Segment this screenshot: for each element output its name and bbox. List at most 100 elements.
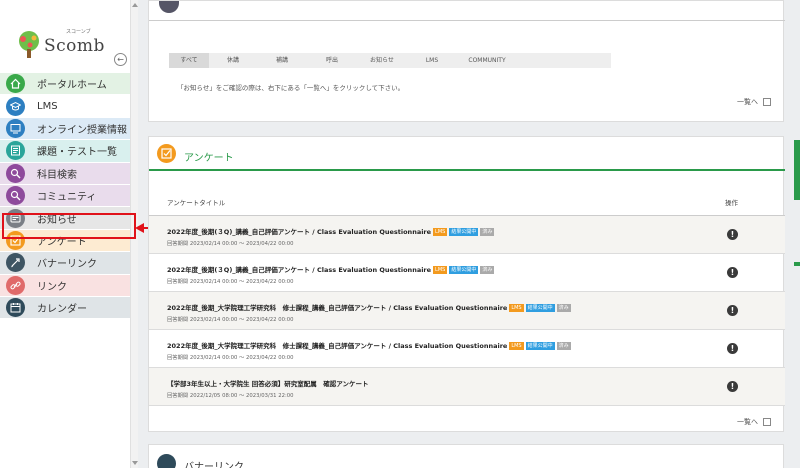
published-badge: 結果公開中 bbox=[525, 304, 555, 312]
published-badge: 結果公開中 bbox=[449, 266, 479, 274]
sidebar-item-online-class[interactable]: オンライン授業情報 bbox=[0, 117, 130, 141]
back-icon[interactable]: ← bbox=[114, 53, 127, 66]
right-accent bbox=[794, 140, 800, 200]
tab-all[interactable]: すべて bbox=[169, 53, 209, 68]
survey-row-title[interactable]: 【学部3年生以上・大学院生 回答必須】研究室配属 確認アンケート bbox=[167, 378, 369, 388]
logo-text: Scomb bbox=[44, 36, 105, 56]
tree-logo-icon bbox=[19, 31, 39, 58]
sidebar-item-label: 課題・テスト一覧 bbox=[37, 147, 117, 159]
sidebar-item-graduation-cap[interactable]: LMS bbox=[0, 95, 130, 118]
tab-call[interactable]: 呼出 bbox=[307, 53, 357, 68]
published-badge: 結果公開中 bbox=[449, 228, 479, 236]
survey-row-period: 回答期間 2023/02/14 00:00 ～ 2023/04/22 00:00 bbox=[167, 241, 294, 247]
info-icon[interactable]: ! bbox=[727, 305, 738, 316]
sidebar-item-label: ポータルホーム bbox=[37, 80, 107, 92]
sidebar-item-community[interactable]: コミュニティ bbox=[0, 184, 130, 208]
tab-lms[interactable]: LMS bbox=[407, 53, 457, 68]
search-icon bbox=[6, 163, 25, 183]
survey-row[interactable]: 2022年度_後期(３Q)_講義_自己評価アンケート / Class Evalu… bbox=[149, 216, 785, 254]
tab-cancelled[interactable]: 休講 bbox=[209, 53, 257, 68]
divider bbox=[149, 20, 785, 21]
community-icon bbox=[6, 186, 25, 206]
right-edge bbox=[790, 0, 800, 468]
sidebar-item-label: オンライン授業情報 bbox=[37, 124, 127, 136]
tab-community[interactable]: COMMUNITY bbox=[457, 53, 517, 68]
tab-notice[interactable]: お知らせ bbox=[357, 53, 407, 68]
survey-row-title[interactable]: 2022年度_後期(３Q)_講義_自己評価アンケート / Class Evalu… bbox=[167, 226, 495, 236]
info-icon[interactable]: ! bbox=[727, 343, 738, 354]
survey-title: アンケート bbox=[184, 153, 234, 164]
notices-card: すべて 休講 補講 呼出 お知らせ LMS COMMUNITY 「お知らせ」をご… bbox=[148, 0, 785, 122]
sidebar-item-task-list[interactable]: 課題・テスト一覧 bbox=[0, 140, 130, 163]
survey-row[interactable]: 2022年度_後期_大学院理工学研究科 修士課程_講義_自己評価アンケート / … bbox=[149, 330, 785, 368]
survey-row-period: 回答期間 2023/02/14 00:00 ～ 2023/04/22 00:00 bbox=[167, 317, 294, 323]
sidebar-item-label: コミュニティ bbox=[37, 192, 97, 204]
notice-message: 「お知らせ」をご確認の際は、右下にある「一覧へ」をクリックして下さい。 bbox=[177, 84, 405, 92]
done-badge: 済み bbox=[556, 304, 571, 312]
more-label: 一覧へ bbox=[737, 98, 758, 106]
sidebar-item-link[interactable]: リンク bbox=[0, 274, 130, 297]
lms-badge: LMS bbox=[509, 304, 524, 312]
lms-badge: LMS bbox=[509, 342, 524, 350]
column-header-title: アンケートタイトル bbox=[167, 199, 226, 207]
survey-more-link[interactable]: 一覧へ bbox=[737, 417, 771, 427]
notices-header-icon bbox=[159, 1, 179, 13]
scroll-up-icon[interactable] bbox=[132, 3, 138, 7]
scroll-down-icon[interactable] bbox=[132, 461, 138, 465]
survey-row-title[interactable]: 2022年度_後期_大学院理工学研究科 修士課程_講義_自己評価アンケート / … bbox=[167, 302, 571, 312]
survey-title-text: 2022年度_後期_大学院理工学研究科 修士課程_講義_自己評価アンケート / … bbox=[167, 304, 508, 312]
column-header-operation: 操作 bbox=[725, 199, 738, 207]
sidebar-item-calendar[interactable]: カレンダー bbox=[0, 296, 130, 320]
banner-link-icon bbox=[157, 454, 176, 468]
sidebar-item-label: バナーリンク bbox=[37, 259, 97, 271]
sidebar-item-banner-link[interactable]: バナーリンク bbox=[0, 252, 130, 275]
notices-more-link[interactable]: 一覧へ bbox=[737, 97, 771, 107]
survey-title-text: 【学部3年生以上・大学院生 回答必須】研究室配属 確認アンケート bbox=[167, 380, 369, 388]
sidebar-item-search[interactable]: 科目検索 bbox=[0, 162, 130, 185]
survey-row-period: 回答期間 2023/02/14 00:00 ～ 2023/04/22 00:00 bbox=[167, 279, 294, 285]
info-icon[interactable]: ! bbox=[727, 267, 738, 278]
more-label: 一覧へ bbox=[737, 418, 758, 426]
survey-row-period: 回答期間 2023/02/14 00:00 ～ 2023/04/22 00:00 bbox=[167, 355, 294, 361]
lms-badge: LMS bbox=[433, 266, 448, 274]
external-link-icon bbox=[763, 98, 771, 106]
survey-icon bbox=[157, 144, 176, 163]
graduation-cap-icon bbox=[6, 96, 25, 116]
tab-makeup[interactable]: 補講 bbox=[257, 53, 307, 68]
survey-card: アンケート アンケートタイトル 操作 2022年度_後期(３Q)_講義_自己評価… bbox=[148, 136, 785, 432]
done-badge: 済み bbox=[556, 342, 571, 350]
sidebar-nav: ポータルホーム LMS オンライン授業情報 課題・テスト一覧 科目検索 コミュニティ お知ら… bbox=[0, 73, 130, 320]
done-badge: 済み bbox=[480, 228, 495, 236]
banner-link-card: バナーリンク bbox=[148, 444, 784, 468]
survey-title-text: 2022年度_後期_大学院理工学研究科 修士課程_講義_自己評価アンケート / … bbox=[167, 342, 508, 350]
survey-row[interactable]: 【学部3年生以上・大学院生 回答必須】研究室配属 確認アンケート 回答期間 202… bbox=[149, 368, 785, 406]
online-class-icon bbox=[6, 118, 25, 138]
done-badge: 済み bbox=[480, 266, 495, 274]
sidebar-item-label: 科目検索 bbox=[37, 169, 77, 181]
published-badge: 結果公開中 bbox=[525, 342, 555, 350]
home-icon bbox=[6, 74, 25, 94]
highlight-box bbox=[2, 213, 136, 239]
notice-tabs: すべて 休講 補講 呼出 お知らせ LMS COMMUNITY bbox=[169, 53, 611, 68]
sidebar-item-label: リンク bbox=[37, 281, 67, 293]
survey-row[interactable]: 2022年度_後期_大学院理工学研究科 修士課程_講義_自己評価アンケート / … bbox=[149, 292, 785, 330]
banner-link-icon bbox=[6, 253, 25, 273]
survey-row-period: 回答期間 2022/12/05 08:00 ～ 2023/03/31 22:00 bbox=[167, 393, 294, 399]
sidebar-item-home[interactable]: ポータルホーム bbox=[0, 73, 130, 96]
task-list-icon bbox=[6, 141, 25, 161]
survey-header: アンケート bbox=[149, 137, 785, 171]
calendar-icon bbox=[6, 298, 25, 318]
survey-title-text: 2022年度_後期(３Q)_講義_自己評価アンケート / Class Evalu… bbox=[167, 228, 432, 236]
link-icon bbox=[6, 275, 25, 295]
survey-row-title[interactable]: 2022年度_後期(３Q)_講義_自己評価アンケート / Class Evalu… bbox=[167, 264, 495, 274]
right-accent bbox=[794, 262, 800, 266]
info-icon[interactable]: ! bbox=[727, 229, 738, 240]
logo-subtitle: スコーンブ bbox=[66, 29, 91, 35]
sidebar-item-label: LMS bbox=[37, 100, 58, 112]
survey-row[interactable]: 2022年度_後期(３Q)_講義_自己評価アンケート / Class Evalu… bbox=[149, 254, 785, 292]
info-icon[interactable]: ! bbox=[727, 381, 738, 392]
scomb-logo[interactable]: スコーンブ Scomb bbox=[14, 28, 114, 64]
survey-title-text: 2022年度_後期(３Q)_講義_自己評価アンケート / Class Evalu… bbox=[167, 266, 432, 274]
survey-row-title[interactable]: 2022年度_後期_大学院理工学研究科 修士課程_講義_自己評価アンケート / … bbox=[167, 340, 571, 350]
lms-badge: LMS bbox=[433, 228, 448, 236]
